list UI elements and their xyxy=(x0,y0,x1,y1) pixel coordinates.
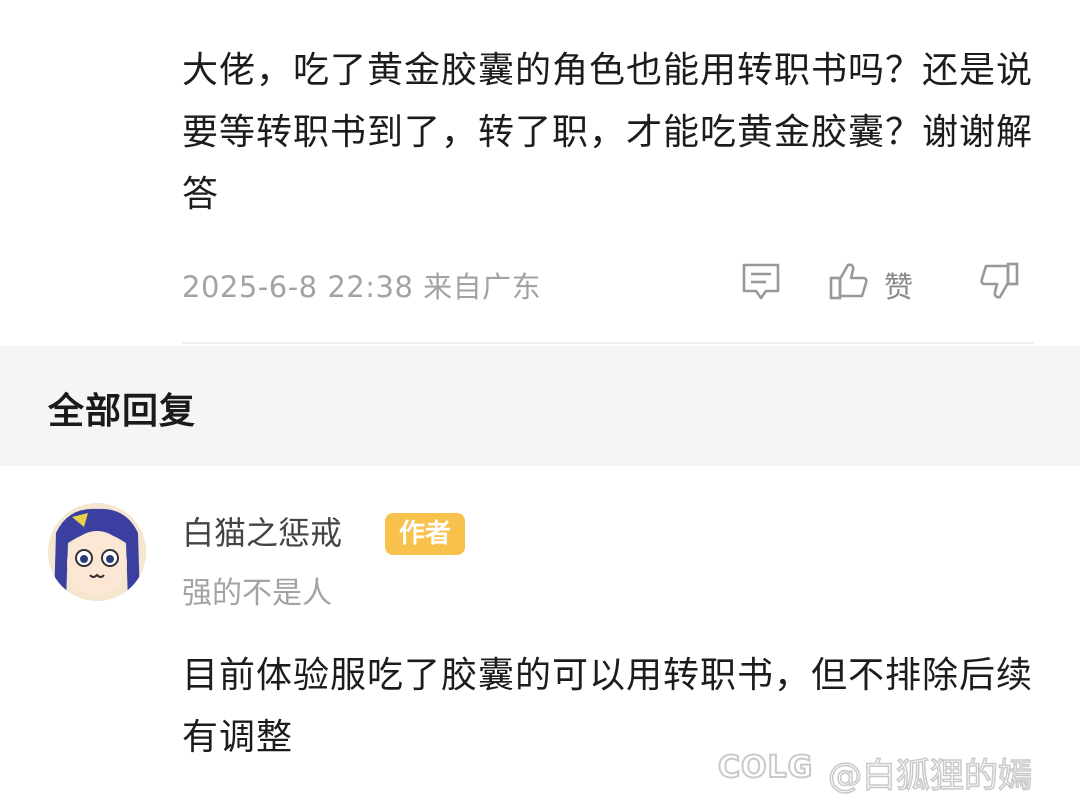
like-label[interactable]: 赞 xyxy=(884,264,913,306)
replies-section-header: 全部回复 xyxy=(0,346,1080,466)
author-avatar[interactable] xyxy=(48,503,146,601)
comment-icon[interactable] xyxy=(740,260,782,302)
post-timestamp-location: 2025-6-8 22:38 来自广东 xyxy=(182,264,541,306)
post-timestamp: 2025-6-8 22:38 xyxy=(182,270,414,304)
post-location: 来自广东 xyxy=(423,270,542,304)
watermark-text: @白狐狸的嫣 xyxy=(827,755,1033,797)
watermark: COLG @白狐狸的嫣 xyxy=(717,742,1068,797)
replies-section-title: 全部回复 xyxy=(48,391,197,432)
post-meta-row: 2025-6-8 22:38 来自广东 赞 xyxy=(182,260,1042,306)
author-signature: 强的不是人 xyxy=(182,576,332,611)
author-name[interactable]: 白猫之惩戒 xyxy=(182,508,342,554)
divider xyxy=(182,342,1034,344)
question-text: 大佬，吃了黄金胶囊的角色也能用转职书吗？还是说要等转职书到了，转了职，才能吃黄金… xyxy=(182,50,1034,215)
watermark-logo: COLG xyxy=(717,749,814,786)
author-badge: 作者 xyxy=(385,513,465,555)
thumbs-up-icon[interactable] xyxy=(828,260,870,302)
thumbs-down-icon[interactable] xyxy=(978,260,1020,302)
